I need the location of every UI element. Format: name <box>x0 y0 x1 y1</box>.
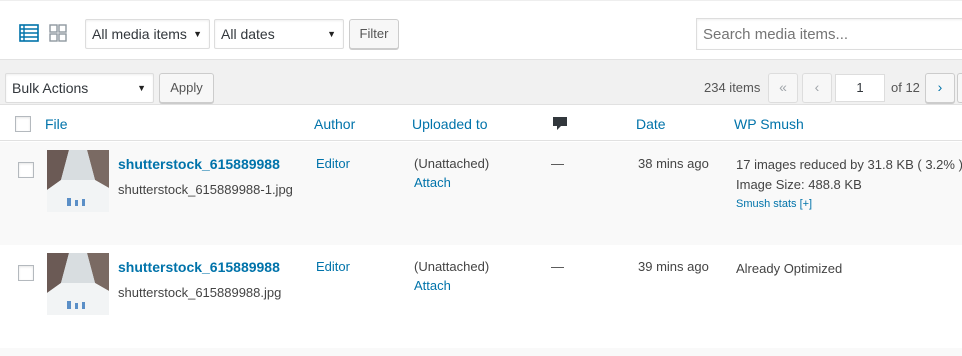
list-view-icon[interactable] <box>19 23 39 43</box>
first-page-button[interactable]: « <box>768 73 798 103</box>
apply-button[interactable]: Apply <box>159 73 214 103</box>
grid-view-icon[interactable] <box>48 23 68 43</box>
comment-bubble-icon[interactable] <box>552 115 568 134</box>
select-all-checkbox[interactable] <box>15 116 31 132</box>
table-header: File Author Uploaded to Date WP Smush <box>0 105 962 141</box>
bulk-actions-select[interactable]: Bulk Actions ▼ <box>5 73 154 103</box>
media-title-link[interactable]: shutterstock_615889988 <box>118 259 280 275</box>
media-filename: shutterstock_615889988.jpg <box>118 285 282 300</box>
attach-link[interactable]: Attach <box>414 278 451 293</box>
row-checkbox[interactable] <box>18 162 34 178</box>
attach-link[interactable]: Attach <box>414 175 451 190</box>
current-page-input[interactable]: 1 <box>835 74 885 102</box>
search-input[interactable] <box>696 18 962 50</box>
column-file[interactable]: File <box>45 116 68 132</box>
media-filter-bar: All media items ▼ All dates ▼ Filter <box>0 0 962 60</box>
upload-date: 39 mins ago <box>638 259 709 274</box>
column-date[interactable]: Date <box>636 116 666 132</box>
date-select-value: All dates <box>221 26 275 42</box>
comment-count: — <box>551 259 564 274</box>
smush-summary: Already Optimized <box>736 261 843 276</box>
next-page-button[interactable]: › <box>925 73 955 103</box>
comment-count: — <box>551 156 564 171</box>
dropdown-arrow-icon: ▼ <box>193 29 202 39</box>
total-pages: of 12 <box>891 80 920 95</box>
author-link[interactable]: Editor <box>316 259 350 274</box>
column-wp-smush: WP Smush <box>734 116 804 132</box>
media-type-select-value: All media items <box>92 26 187 42</box>
row-checkbox[interactable] <box>18 265 34 281</box>
filter-button[interactable]: Filter <box>349 19 399 49</box>
uploaded-to-status: (Unattached) <box>414 156 490 171</box>
media-title-link[interactable]: shutterstock_615889988 <box>118 156 280 172</box>
item-count: 234 items <box>704 80 761 95</box>
uploaded-to-status: (Unattached) <box>414 259 490 274</box>
column-uploaded-to[interactable]: Uploaded to <box>412 116 488 132</box>
dropdown-arrow-icon: ▼ <box>327 29 336 39</box>
smush-summary: 17 images reduced by 31.8 KB ( 3.2% ) <box>736 157 962 172</box>
smush-image-size: Image Size: 488.8 KB <box>736 177 862 192</box>
media-type-select[interactable]: All media items ▼ <box>85 19 210 49</box>
thumbnail-image[interactable] <box>47 253 109 315</box>
last-page-button[interactable] <box>957 73 962 103</box>
date-select[interactable]: All dates ▼ <box>214 19 344 49</box>
table-row: shutterstock_615889988 shutterstock_6158… <box>0 245 962 348</box>
media-filename: shutterstock_615889988-1.jpg <box>118 182 293 197</box>
media-table: File Author Uploaded to Date WP Smush sh… <box>0 104 962 356</box>
bulk-actions-select-value: Bulk Actions <box>12 80 89 96</box>
table-row: shutterstock_615889988 shutterstock_6158… <box>0 142 962 245</box>
author-link[interactable]: Editor <box>316 156 350 171</box>
upload-date: 38 mins ago <box>638 156 709 171</box>
table-row <box>0 348 962 356</box>
column-author[interactable]: Author <box>314 116 355 132</box>
dropdown-arrow-icon: ▼ <box>137 83 146 93</box>
smush-stats-link[interactable]: Smush stats [+] <box>736 198 812 210</box>
thumbnail-image[interactable] <box>47 150 109 212</box>
previous-page-button[interactable]: ‹ <box>802 73 832 103</box>
